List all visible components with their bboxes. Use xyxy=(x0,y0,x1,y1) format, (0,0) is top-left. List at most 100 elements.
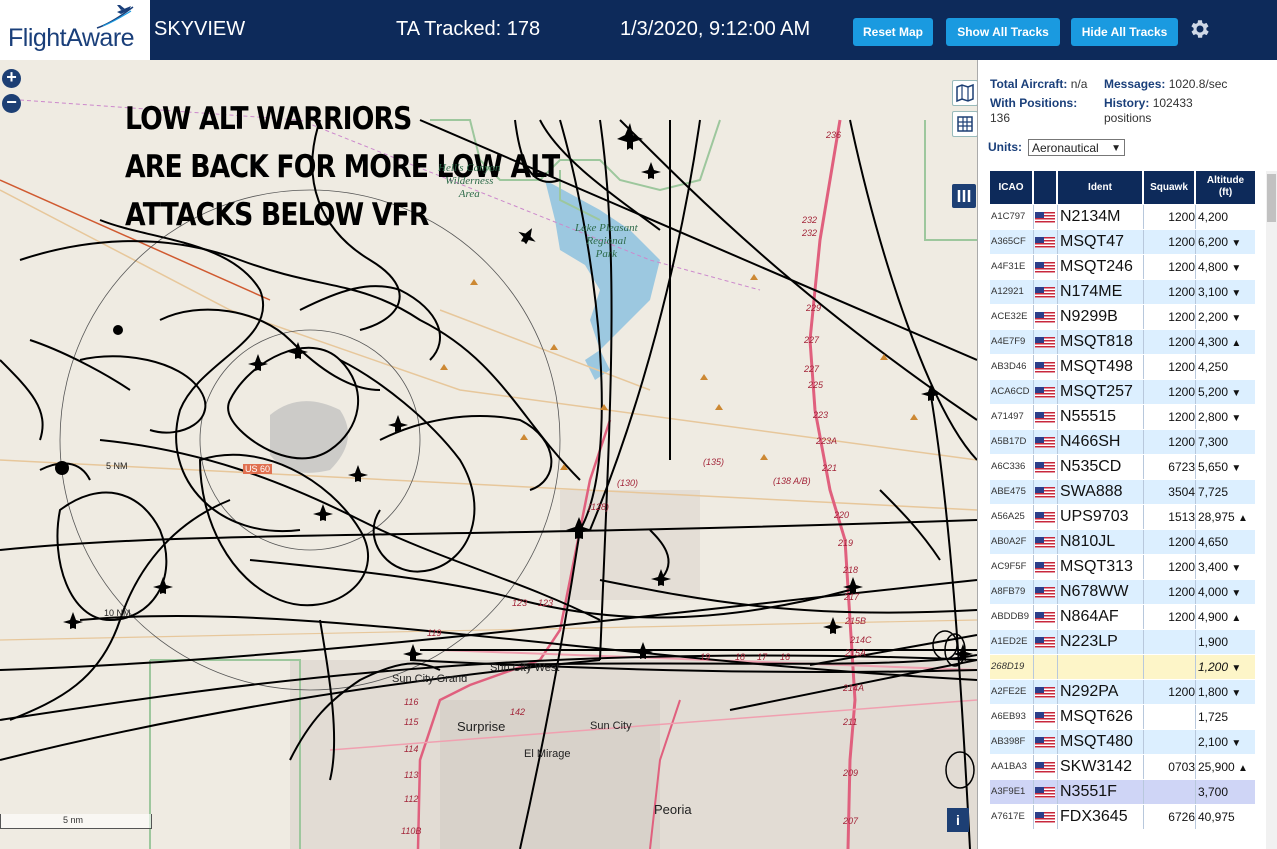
altitude-value: 1,725 xyxy=(1198,710,1229,724)
altitude-cell: 2,100 ▼ xyxy=(1198,730,1255,754)
sidebar-toggle-button[interactable] xyxy=(952,184,976,208)
aircraft-row[interactable]: A2FE2E N292PA 1200 1,800 ▼ xyxy=(990,680,1255,704)
scale-label: 5 nm xyxy=(63,815,84,825)
squawk-cell: 1200 xyxy=(1168,235,1195,249)
aircraft-row[interactable]: AA1BA3 SKW3142 0703 25,900 ▲ xyxy=(990,755,1255,779)
altitude-value: 2,200 xyxy=(1198,310,1229,324)
map-canvas[interactable]: LOW ALT WARRIORS ARE BACK FOR MORE LOW A… xyxy=(0,60,977,849)
highway-label: 17 xyxy=(757,652,768,662)
icao-cell: A7617E xyxy=(991,811,1025,822)
hide-all-tracks-button[interactable]: Hide All Tracks xyxy=(1071,18,1178,46)
aircraft-row[interactable]: 268D19 1,200 ▼ xyxy=(990,655,1255,679)
aircraft-row[interactable]: ACE32E N9299B 1200 2,200 ▼ xyxy=(990,305,1255,329)
highway-label: 142 xyxy=(510,707,526,717)
overlay-line: LOW ALT WARRIORS xyxy=(125,101,412,137)
aircraft-row[interactable]: ABDDB9 N864AF 1200 4,900 ▲ xyxy=(990,605,1255,629)
ident-cell: N535CD xyxy=(1060,458,1122,475)
aircraft-row[interactable]: A8FB79 N678WW 1200 4,000 ▼ xyxy=(990,580,1255,604)
aircraft-row[interactable]: A1ED2E N223LP 1,900 xyxy=(990,630,1255,654)
squawk-cell: 1200 xyxy=(1168,410,1195,424)
ident-cell: N2134M xyxy=(1060,208,1121,225)
altitude-value: 4,900 xyxy=(1198,610,1229,624)
highway-label: 214A xyxy=(843,683,865,693)
altitude-value: 2,800 xyxy=(1198,410,1229,424)
aircraft-row[interactable]: AC9F5F MSQT313 1200 3,400 ▼ xyxy=(990,555,1255,579)
zoom-out-button[interactable]: − xyxy=(2,93,21,113)
aircraft-row[interactable]: AB0A2F N810JL 1200 4,650 xyxy=(990,530,1255,554)
squawk-cell: 1200 xyxy=(1168,260,1195,274)
altitude-value: 3,700 xyxy=(1198,785,1229,799)
squawk-cell: 1200 xyxy=(1168,310,1195,324)
us-flag-icon xyxy=(1035,512,1055,523)
squawk-cell: 1200 xyxy=(1168,585,1195,599)
aircraft-row[interactable]: ACA6CD MSQT257 1200 5,200 ▼ xyxy=(990,380,1255,404)
grid-toggle-button[interactable] xyxy=(952,111,977,137)
aircraft-row[interactable]: A6EB93 MSQT626 1,725 xyxy=(990,705,1255,729)
altitude-cell: 1,200 ▼ xyxy=(1198,655,1255,679)
column-header-flag[interactable] xyxy=(1034,171,1056,204)
icao-cell: 268D19 xyxy=(991,661,1025,672)
highway-label: 217 xyxy=(844,592,860,602)
altitude-cell: 4,800 ▼ xyxy=(1198,255,1255,279)
highway-label: 236 xyxy=(826,130,842,140)
highway-label: 232 xyxy=(802,228,818,238)
aircraft-row[interactable]: A7617E FDX3645 6726 40,975 xyxy=(990,805,1255,829)
stat-value: n/a xyxy=(1070,77,1088,91)
reset-map-button[interactable]: Reset Map xyxy=(853,18,933,46)
column-header-ident[interactable]: Ident xyxy=(1058,171,1142,204)
chevron-down-icon: ▼ xyxy=(1111,143,1121,154)
show-all-tracks-button[interactable]: Show All Tracks xyxy=(946,18,1060,46)
altitude-trend-icon: ▲ xyxy=(1238,763,1248,774)
stat-label: History: xyxy=(1104,96,1150,110)
altitude-value: 5,200 xyxy=(1198,385,1229,399)
column-header-altitude[interactable]: Altitude (ft) xyxy=(1196,171,1255,204)
aircraft-row[interactable]: A4F31E MSQT246 1200 4,800 ▼ xyxy=(990,255,1255,279)
aircraft-row[interactable]: A6C336 N535CD 6723 5,650 ▼ xyxy=(990,455,1255,479)
aircraft-row[interactable]: A4E7F9 MSQT818 1200 4,300 ▲ xyxy=(990,330,1255,354)
scrollbar-thumb[interactable] xyxy=(1267,174,1276,222)
info-button[interactable]: i xyxy=(947,808,969,832)
aircraft-row[interactable]: AB3D46 MSQT498 1200 4,250 xyxy=(990,355,1255,379)
highway-label: 214C xyxy=(850,635,872,645)
altitude-cell: 5,650 ▼ xyxy=(1198,455,1255,479)
ident-cell: N810JL xyxy=(1060,533,1116,550)
squawk-cell: 1200 xyxy=(1168,335,1195,349)
aircraft-row[interactable]: AB398F MSQT480 2,100 ▼ xyxy=(990,730,1255,754)
route-shield: US 60 xyxy=(243,464,273,474)
aircraft-row[interactable]: A3F9E1 N3551F 3,700 xyxy=(990,780,1255,804)
highway-label: 218 xyxy=(843,565,859,575)
highway-label: 115 xyxy=(404,717,419,727)
us-flag-icon xyxy=(1035,762,1055,773)
columns-icon xyxy=(957,190,971,202)
column-header-squawk[interactable]: Squawk xyxy=(1144,171,1194,204)
altitude-value: 4,000 xyxy=(1198,585,1229,599)
highway-label: 211 xyxy=(843,717,858,727)
units-select[interactable]: Aeronautical ▼ xyxy=(1028,139,1125,156)
altitude-cell: 3,100 ▼ xyxy=(1198,280,1255,304)
history-unit: positions xyxy=(1104,111,1151,125)
zoom-in-button[interactable]: + xyxy=(2,68,21,88)
icao-cell: A56A25 xyxy=(991,511,1025,522)
us-flag-icon xyxy=(1035,712,1055,723)
map-layers-button[interactable] xyxy=(952,80,977,106)
us-flag-icon xyxy=(1035,562,1055,573)
stat-unit: positions xyxy=(1104,111,1152,125)
aircraft-row[interactable]: A5B17D N466SH 1200 7,300 xyxy=(990,430,1255,454)
altitude-cell: 6,200 ▼ xyxy=(1198,230,1255,254)
aircraft-row[interactable]: A1C797 N2134M 1200 4,200 xyxy=(990,205,1255,229)
squawk-cell: 3504 xyxy=(1168,485,1195,499)
aircraft-row[interactable]: A56A25 UPS9703 1513 28,975 ▲ xyxy=(990,505,1255,529)
us-flag-icon xyxy=(1035,812,1055,823)
aircraft-row[interactable]: ABE475 SWA888 3504 7,725 xyxy=(990,480,1255,504)
highway-label: 110B xyxy=(401,826,422,836)
aircraft-row[interactable]: A12921 N174ME 1200 3,100 ▼ xyxy=(990,280,1255,304)
gear-icon[interactable] xyxy=(1188,17,1212,41)
aircraft-row[interactable]: A71497 N55515 1200 2,800 ▼ xyxy=(990,405,1255,429)
flightaware-logo[interactable]: FlightAware xyxy=(0,0,150,60)
highway-label: 232 xyxy=(802,215,818,225)
squawk-cell: 1200 xyxy=(1168,560,1195,574)
sidebar-scrollbar[interactable] xyxy=(1266,171,1277,849)
column-header-icao[interactable]: ICAO xyxy=(990,171,1032,204)
altitude-trend-icon: ▼ xyxy=(1231,738,1242,749)
aircraft-row[interactable]: A365CF MSQT47 1200 6,200 ▼ xyxy=(990,230,1255,254)
